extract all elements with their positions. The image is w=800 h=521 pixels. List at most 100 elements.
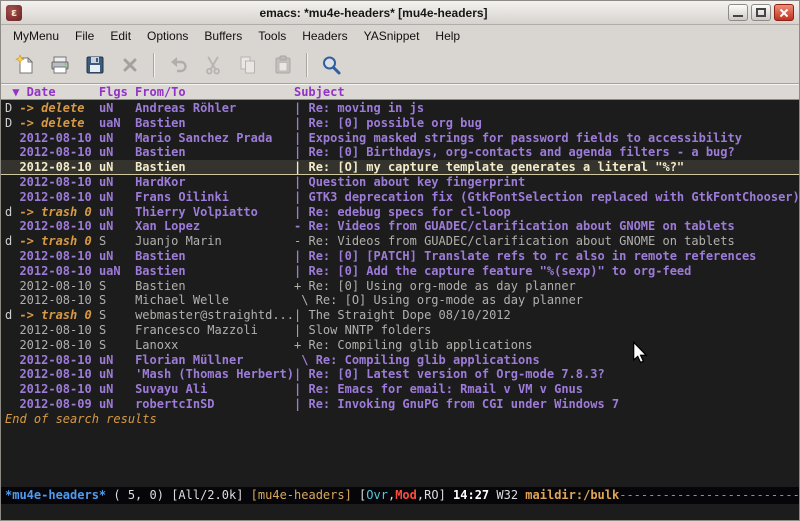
undo-button[interactable] xyxy=(162,50,194,80)
message-row[interactable]: 2012-08-10 uN HardKor | Question about k… xyxy=(1,175,799,190)
search-button[interactable] xyxy=(315,50,347,80)
message-flags: uN xyxy=(99,249,135,263)
modeline-maildir: maildir:/bulk xyxy=(525,488,619,502)
thread-separator: | xyxy=(294,175,308,189)
window-title: emacs: *mu4e-headers* [mu4e-headers] xyxy=(22,6,725,20)
message-from: Bastien xyxy=(135,160,294,174)
print-button[interactable] xyxy=(44,50,76,80)
message-date: 2012-08-10 xyxy=(19,175,98,189)
message-subject: Slow NNTP folders xyxy=(308,323,431,337)
message-row[interactable]: 2012-08-10 uN Mario Sanchez Prada | Expo… xyxy=(1,131,799,146)
message-from: Xan Lopez xyxy=(135,219,294,233)
message-flags: uN xyxy=(99,160,135,174)
message-row[interactable]: 2012-08-10 uN 'Mash (Thomas Herbert)| Re… xyxy=(1,367,799,382)
message-subject: Re: Invoking GnuPG from CGI under Window… xyxy=(308,397,619,411)
message-from: Francesco Mazzoli xyxy=(135,323,294,337)
modeline-bracket-close: ] xyxy=(439,488,453,502)
menu-item-mymenu[interactable]: MyMenu xyxy=(5,26,67,46)
message-row[interactable]: 2012-08-10 uN Xan Lopez - Re: Videos fro… xyxy=(1,219,799,234)
paste-icon xyxy=(272,54,294,76)
thread-separator: + xyxy=(294,279,308,293)
message-row[interactable]: 2012-08-10 S Francesco Mazzoli | Slow NN… xyxy=(1,323,799,338)
emacs-frame: ε emacs: *mu4e-headers* [mu4e-headers] M… xyxy=(0,0,800,521)
message-row[interactable]: d -> trash 0 uN Thierry Volpiatto | Re: … xyxy=(1,205,799,220)
message-row[interactable]: 2012-08-09 uN robertcInSD | Re: Invoking… xyxy=(1,397,799,412)
message-mark xyxy=(5,353,19,367)
thread-separator: | xyxy=(294,145,308,159)
message-flags: uN xyxy=(99,353,135,367)
message-subject: Re: Videos from GUADEC/clarification abo… xyxy=(308,234,734,248)
modeline-buffer-name: *mu4e-headers* xyxy=(5,488,106,502)
message-row[interactable]: 2012-08-10 uN Frans Oilinki | GTK3 depre… xyxy=(1,190,799,205)
thread-separator: | xyxy=(294,249,308,263)
message-row[interactable]: 2012-08-10 uN Suvayu Ali | Re: Emacs for… xyxy=(1,382,799,397)
message-row[interactable]: D -> delete uaN Bastien | Re: [0] possib… xyxy=(1,116,799,131)
message-from: Bastien xyxy=(135,264,294,278)
message-row[interactable]: 2012-08-10 uaN Bastien | Re: [0] Add the… xyxy=(1,264,799,279)
message-row[interactable]: 2012-08-10 S Michael Welle \ Re: [O] Usi… xyxy=(1,293,799,308)
menu-item-buffers[interactable]: Buffers xyxy=(196,26,250,46)
message-subject: Re: Emacs for email: Rmail v VM v Gnus xyxy=(308,382,583,396)
menu-item-options[interactable]: Options xyxy=(139,26,196,46)
close-button[interactable] xyxy=(774,4,794,21)
close-buffer-button[interactable] xyxy=(114,50,146,80)
toolbar-separator xyxy=(306,53,308,77)
message-date: 2012-08-10 xyxy=(19,338,98,352)
menu-item-help[interactable]: Help xyxy=(427,26,468,46)
message-subject: Re: [O] my capture template generates a … xyxy=(308,160,684,174)
message-date: 2012-08-10 xyxy=(19,160,98,174)
message-row[interactable]: 2012-08-10 S Lanoxx + Re: Compiling glib… xyxy=(1,338,799,353)
header-line[interactable]: ▼ Date Flgs From/To Subject xyxy=(1,84,799,100)
message-row[interactable]: 2012-08-10 uN Bastien | Re: [O] my captu… xyxy=(1,160,799,175)
message-subject: Re: [0] Birthdays, org-contacts and agen… xyxy=(308,145,734,159)
message-from: Michael Welle xyxy=(135,293,294,307)
message-date: -> trash 0 xyxy=(19,205,98,219)
new-file-button[interactable] xyxy=(9,50,41,80)
copy-button[interactable] xyxy=(232,50,264,80)
message-row[interactable]: 2012-08-10 S Bastien + Re: [0] Using org… xyxy=(1,279,799,294)
end-of-results: End of search results xyxy=(1,412,799,427)
message-mark: d xyxy=(5,308,19,322)
message-subject: Re: [0] Using org-mode as day planner xyxy=(308,279,575,293)
message-subject: Re: [0] Latest version of Org-mode 7.8.3… xyxy=(308,367,604,381)
message-date: -> trash 0 xyxy=(19,234,98,248)
message-mark xyxy=(5,131,19,145)
thread-separator: | xyxy=(294,367,308,381)
message-from: 'Mash (Thomas Herbert) xyxy=(135,367,294,381)
maximize-button[interactable] xyxy=(751,4,771,21)
menu-item-yasnippet[interactable]: YASnippet xyxy=(356,26,428,46)
message-date: 2012-08-10 xyxy=(19,279,98,293)
message-mark xyxy=(5,338,19,352)
message-mark xyxy=(5,397,19,411)
message-from: Frans Oilinki xyxy=(135,190,294,204)
message-subject: Question about key fingerprint xyxy=(308,175,525,189)
cut-button[interactable] xyxy=(197,50,229,80)
message-row[interactable]: d -> trash 0 S Juanjo Marin - Re: Videos… xyxy=(1,234,799,249)
message-flags: uN xyxy=(99,101,135,115)
save-button[interactable] xyxy=(79,50,111,80)
menu-item-tools[interactable]: Tools xyxy=(250,26,294,46)
menu-item-file[interactable]: File xyxy=(67,26,102,46)
message-flags: uaN xyxy=(99,264,135,278)
buffer-area[interactable]: D -> delete uN Andreas Röhler | Re: movi… xyxy=(1,100,799,487)
modeline-read-only: RO xyxy=(424,488,438,502)
message-row[interactable]: 2012-08-10 uN Florian Müllner \ Re: Comp… xyxy=(1,353,799,368)
message-subject: Re: edebug specs for cl-loop xyxy=(308,205,510,219)
message-from: Bastien xyxy=(135,249,294,263)
echo-area xyxy=(1,504,799,520)
message-date: -> delete xyxy=(19,116,98,130)
search-icon xyxy=(320,54,342,76)
minimize-button[interactable] xyxy=(728,4,748,21)
menu-item-edit[interactable]: Edit xyxy=(102,26,139,46)
message-row[interactable]: 2012-08-10 uN Bastien | Re: [0] [PATCH] … xyxy=(1,249,799,264)
copy-icon xyxy=(237,54,259,76)
message-row[interactable]: 2012-08-10 uN Bastien | Re: [0] Birthday… xyxy=(1,145,799,160)
message-subject: Re: [0] Add the capture feature "%(sexp)… xyxy=(308,264,691,278)
paste-button[interactable] xyxy=(267,50,299,80)
message-row[interactable]: D -> delete uN Andreas Röhler | Re: movi… xyxy=(1,101,799,116)
message-row[interactable]: d -> trash 0 S webmaster@straightd...| T… xyxy=(1,308,799,323)
menu-item-headers[interactable]: Headers xyxy=(294,26,355,46)
message-flags: uN xyxy=(99,397,135,411)
message-mark: d xyxy=(5,205,19,219)
message-mark xyxy=(5,279,19,293)
